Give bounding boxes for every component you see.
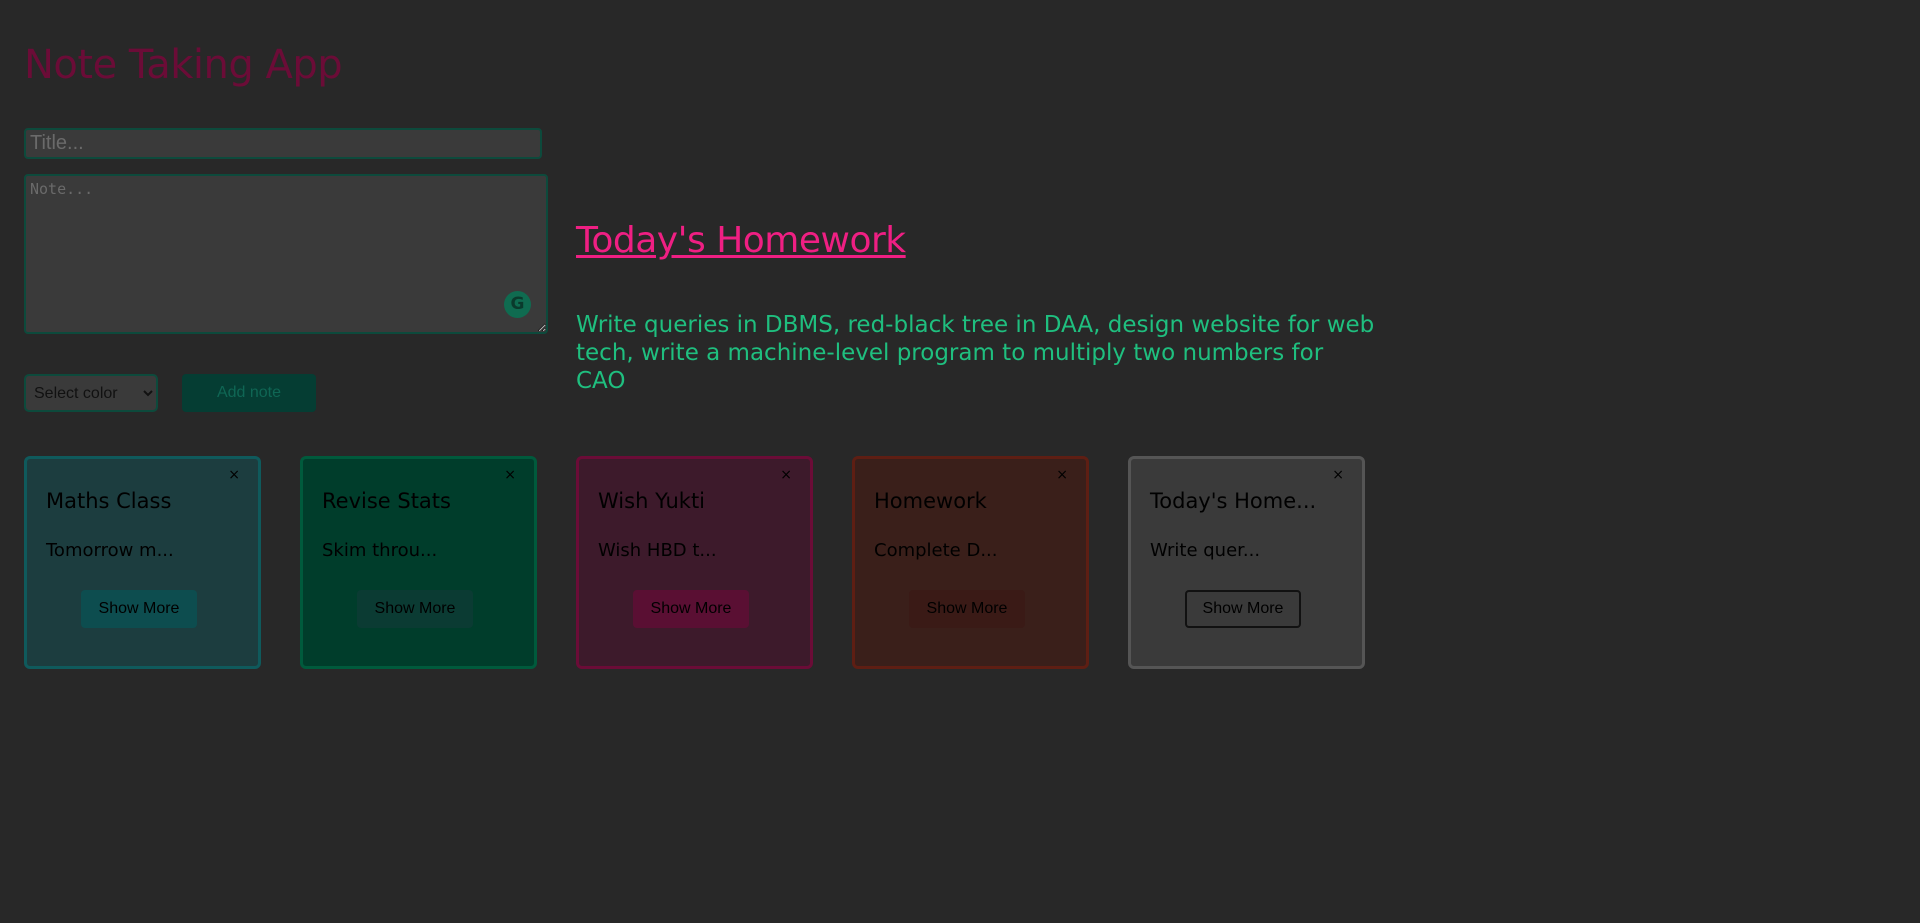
note-card: × Homework Complete D... Show More	[852, 456, 1089, 669]
note-title-input[interactable]	[24, 128, 542, 159]
close-icon[interactable]: ×	[504, 467, 516, 483]
show-more-button[interactable]: Show More	[909, 590, 1025, 628]
close-icon[interactable]: ×	[228, 467, 240, 483]
note-body-input[interactable]	[24, 174, 548, 334]
preview-title: Today's Homework	[576, 220, 906, 261]
show-more-button[interactable]: Show More	[633, 590, 749, 628]
note-body-wrapper: G	[24, 174, 548, 334]
note-card: × Today's Home... Write quer... Show Mor…	[1128, 456, 1365, 669]
app-title: Note Taking App	[24, 42, 343, 88]
note-card-excerpt: Skim throu...	[322, 540, 438, 561]
close-icon[interactable]: ×	[1332, 467, 1344, 483]
add-note-button[interactable]: Add note	[182, 374, 316, 412]
note-card-title: Wish Yukti	[598, 489, 706, 513]
note-card-title: Revise Stats	[322, 489, 451, 513]
note-card: × Wish Yukti Wish HBD t... Show More	[576, 456, 813, 669]
note-card: × Revise Stats Skim throu... Show More	[300, 456, 537, 669]
show-more-button[interactable]: Show More	[81, 590, 197, 628]
note-card-title: Homework	[874, 489, 987, 513]
app-root: Note Taking App G Select color Add note …	[0, 0, 1920, 923]
note-card-title: Today's Home...	[1150, 489, 1317, 513]
grammarly-icon[interactable]: G	[504, 291, 531, 318]
note-card-excerpt: Tomorrow m...	[46, 540, 174, 561]
note-card-excerpt: Write quer...	[1150, 540, 1261, 561]
preview-body: Write queries in DBMS, red-black tree in…	[576, 312, 1375, 394]
notes-list: × Maths Class Tomorrow m... Show More × …	[24, 456, 1365, 669]
close-icon[interactable]: ×	[1056, 467, 1068, 483]
note-card-excerpt: Complete D...	[874, 540, 998, 561]
note-card-excerpt: Wish HBD t...	[598, 540, 717, 561]
show-more-button[interactable]: Show More	[357, 590, 473, 628]
color-select[interactable]: Select color	[24, 374, 158, 412]
note-card-title: Maths Class	[46, 489, 172, 513]
show-more-button[interactable]: Show More	[1185, 590, 1301, 628]
close-icon[interactable]: ×	[780, 467, 792, 483]
note-card: × Maths Class Tomorrow m... Show More	[24, 456, 261, 669]
